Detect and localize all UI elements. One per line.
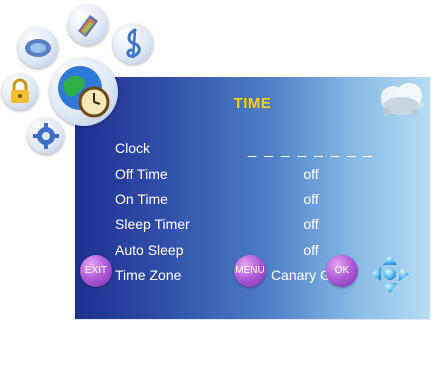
row-value: _ _ _ _ _ _ _ _: [248, 141, 374, 158]
row-value: off: [303, 166, 319, 182]
navigation-arrows-icon[interactable]: [369, 253, 411, 295]
lock-icon[interactable]: [2, 74, 38, 110]
sound-icon[interactable]: [113, 24, 153, 64]
time-icon[interactable]: [50, 58, 118, 126]
channel-icon[interactable]: [68, 5, 108, 45]
row-value: off: [303, 242, 319, 258]
time-menu-panel: TIME Clock _ _ _ _ _ _ _ _ Off Time off …: [75, 77, 430, 366]
row-label: Auto Sleep: [115, 242, 184, 258]
row-label: On Time: [115, 191, 168, 207]
row-label: Sleep Timer: [115, 216, 190, 232]
row-value: off: [303, 191, 319, 207]
menu-row-off-time[interactable]: Off Time off: [115, 166, 415, 186]
weather-cloud-icon: [381, 83, 424, 117]
menu-row-sleep-timer[interactable]: Sleep Timer off: [115, 216, 415, 236]
row-value: off: [303, 216, 319, 232]
row-label: Time Zone: [115, 267, 182, 283]
row-label: Clock: [115, 140, 151, 156]
menu-button[interactable]: MENU: [234, 255, 266, 287]
menu-footer: [75, 319, 430, 366]
menu-row-clock[interactable]: Clock _ _ _ _ _ _ _ _: [115, 140, 415, 160]
row-label: Off Time: [115, 166, 168, 182]
setup-icon[interactable]: [28, 118, 64, 154]
exit-button[interactable]: EXIT: [80, 255, 112, 287]
ok-button[interactable]: OK: [326, 255, 358, 287]
menu-row-on-time[interactable]: On Time off: [115, 191, 415, 211]
